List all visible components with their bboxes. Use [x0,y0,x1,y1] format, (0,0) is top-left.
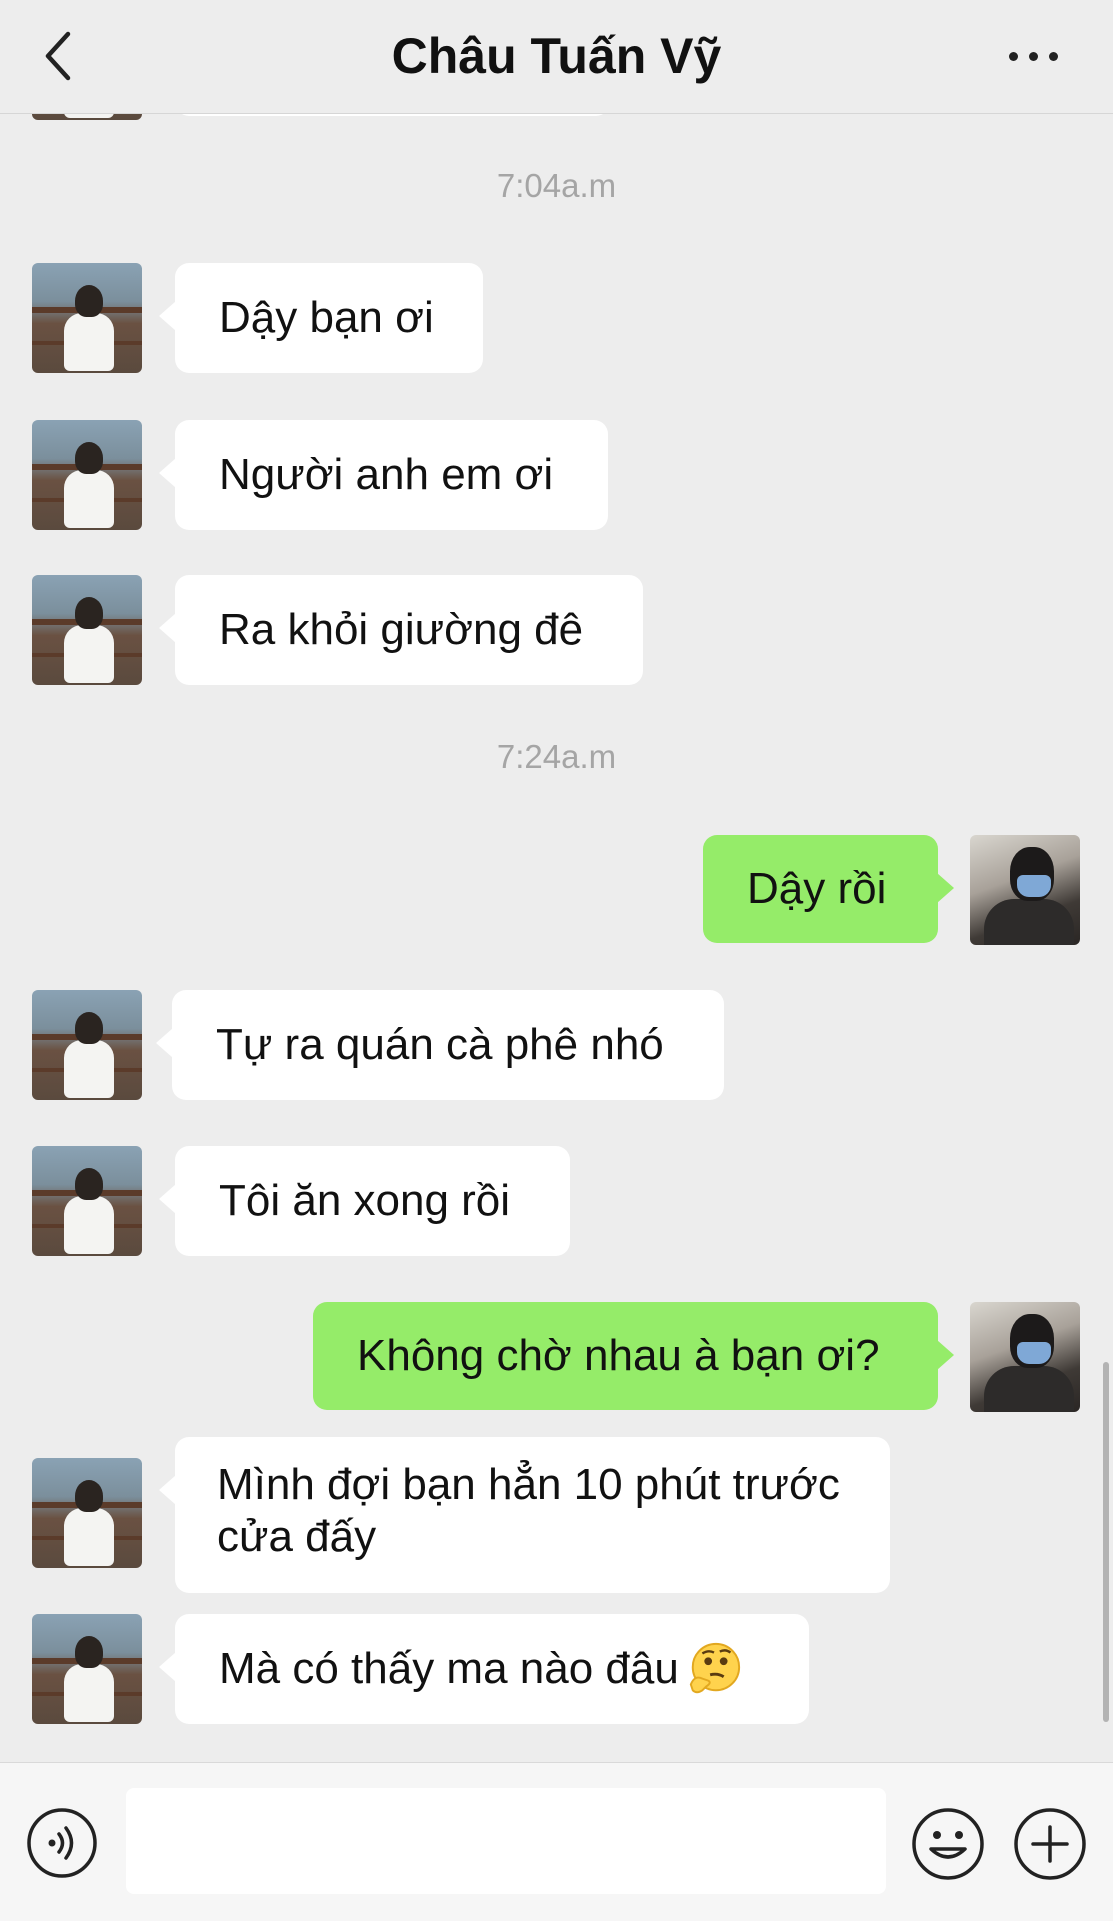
message-bubble[interactable]: Ra khỏi giường đê [159,575,643,685]
scrollbar[interactable] [1103,1362,1109,1722]
voice-icon [27,1808,97,1878]
page-title: Châu Tuấn Vỹ [391,28,722,84]
timestamp: 7:04a.m [496,167,617,204]
friend-avatar[interactable] [32,263,142,373]
chat-header: Châu Tuấn Vỹ [0,0,1113,114]
message-text: Không chờ nhau à bạn ơi? [357,1331,880,1380]
friend-avatar[interactable] [32,1458,142,1568]
message-bubble[interactable]: Không chờ nhau à bạn ơi? [313,1302,954,1410]
message-text: Tự ra quán cà phê nhó [216,1020,664,1069]
plus-circle-icon [1014,1808,1086,1880]
message-text: Tôi ăn xong rồi [219,1176,511,1225]
message-bubble[interactable]: Dậy rồi [703,835,954,943]
friend-avatar[interactable] [32,990,142,1100]
voice-button[interactable] [26,1807,98,1879]
message-bubble[interactable]: Dậy bạn ơi [159,263,483,373]
message-bubble[interactable]: Mà có thấy ma nào đâu [159,1614,809,1724]
message-bubble[interactable]: Mình đợi bạn hẳn 10 phút trước cửa đấy [159,1437,890,1593]
message-text: Mà có thấy ma nào đâu [219,1644,679,1693]
message-input[interactable] [126,1788,886,1894]
timestamp: 7:24a.m [496,738,617,775]
message-text: Dậy rồi [747,864,887,913]
friend-avatar[interactable] [32,1614,142,1724]
my-avatar[interactable] [970,1302,1080,1412]
smiley-icon [912,1808,984,1880]
friend-avatar[interactable] [32,1146,142,1256]
message-bubble[interactable]: Người anh em ơi [159,420,608,530]
message-text: Người anh em ơi [219,450,554,499]
message-bubble[interactable]: Tôi ăn xong rồi [159,1146,570,1256]
chat-area[interactable]: 7:04a.m Dậy bạn ơi Người anh em ơi Ra kh… [0,0,1113,1762]
message-text: Ra khỏi giường đê [219,605,584,654]
emoji-button[interactable] [911,1807,985,1881]
friend-avatar[interactable] [32,575,142,685]
plus-button[interactable] [1013,1807,1087,1881]
message-text: Mình đợi bạn hẳn 10 phút trước cửa đấy [217,1460,840,1561]
message-bubble[interactable]: Tự ra quán cà phê nhó [156,990,724,1100]
more-options-button[interactable] [1003,30,1073,80]
message-text: Dậy bạn ơi [219,293,434,342]
my-avatar[interactable] [970,835,1080,945]
thinking-face-icon [689,1642,740,1694]
friend-avatar[interactable] [32,420,142,530]
more-horizontal-icon [1009,52,1018,61]
